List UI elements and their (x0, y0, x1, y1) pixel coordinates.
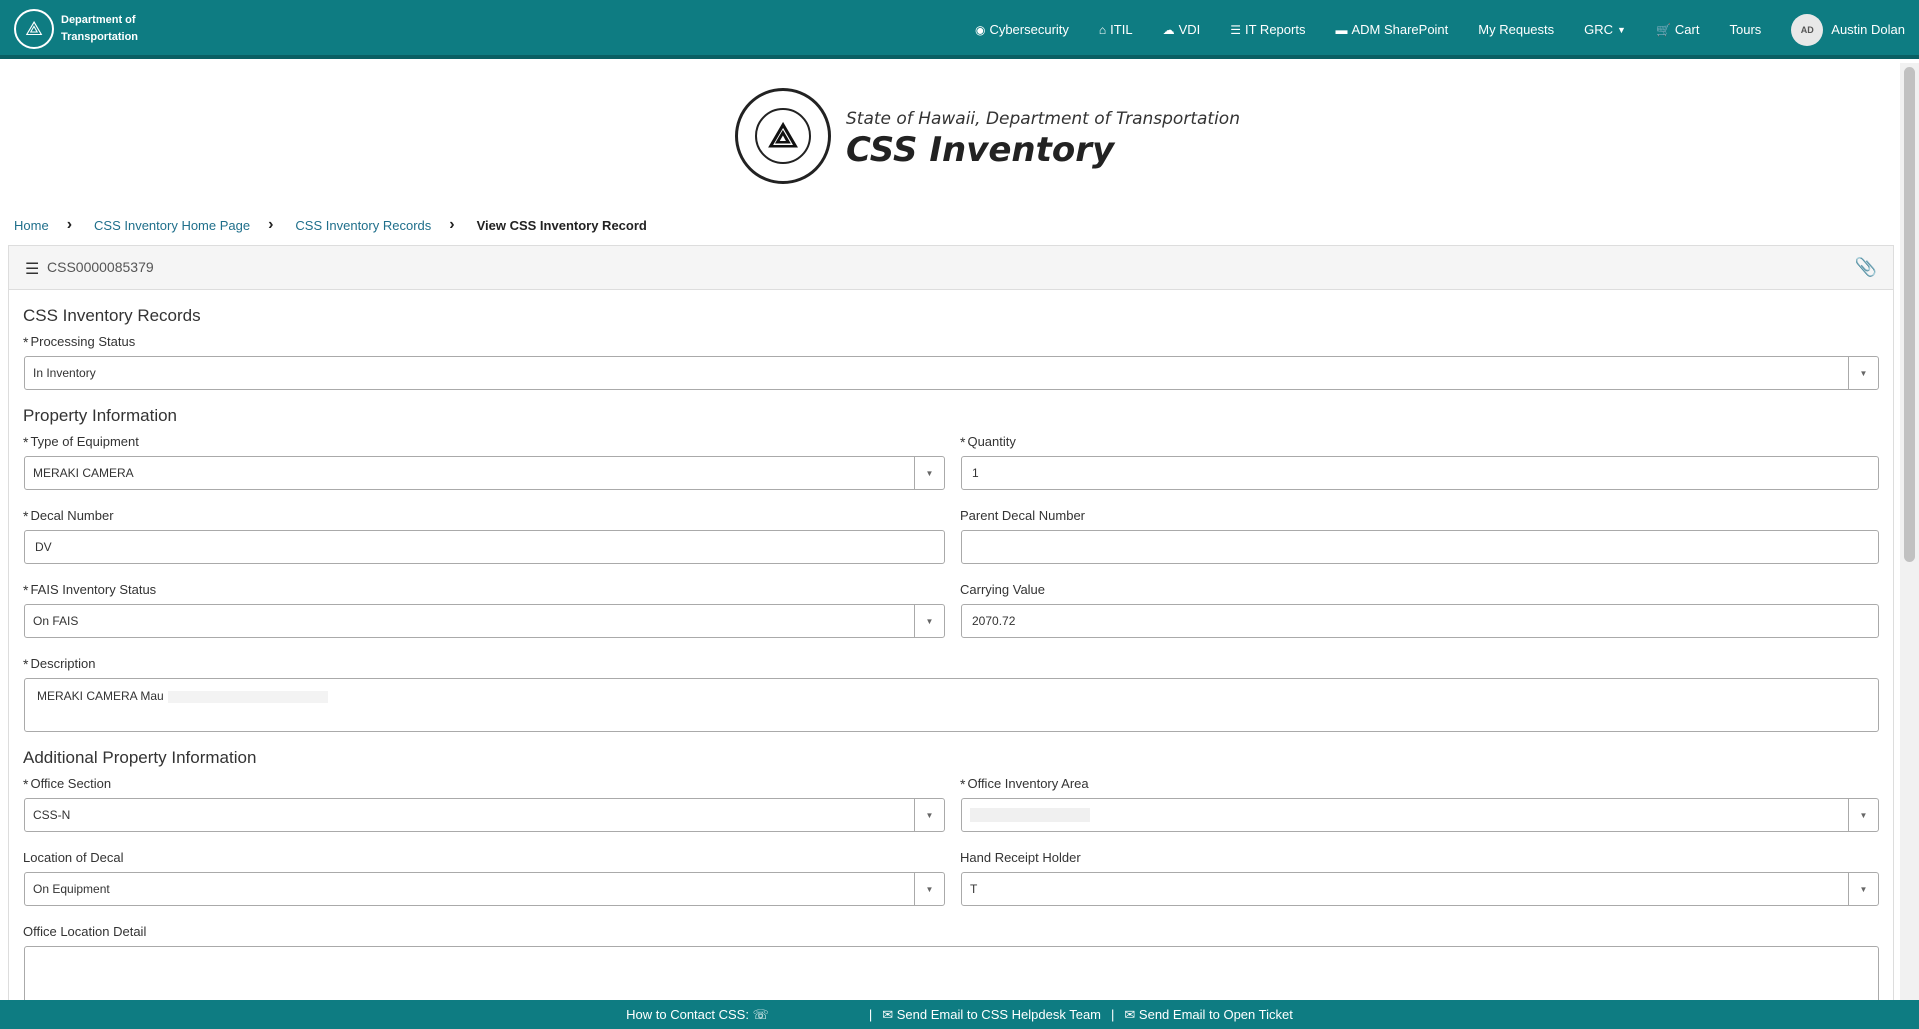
chevron-down-icon: ▼ (1848, 873, 1878, 905)
description-label: * Description (23, 656, 96, 672)
quantity-input[interactable]: 1 (961, 456, 1879, 490)
type-of-equipment-label: * Type of Equipment (23, 434, 139, 450)
carrying-value-label: Carrying Value (960, 582, 1046, 597)
location-of-decal-select[interactable]: On Equipment ▼ (24, 872, 945, 906)
home-icon: ⌂ (1098, 22, 1107, 37)
caret-down-icon: ▼ (1617, 24, 1626, 35)
redacted-text (167, 690, 328, 703)
chevron-right-icon: › (268, 216, 274, 233)
chevron-down-icon: ▼ (914, 799, 944, 831)
user-menu[interactable]: AD Austin Dolan (1791, 13, 1905, 46)
processing-status-select[interactable]: In Inventory ▼ (24, 356, 1879, 390)
chevron-down-icon: ▼ (914, 873, 944, 905)
fais-status-select[interactable]: On FAIS ▼ (24, 604, 945, 638)
phone-icon: ☏ (752, 1006, 769, 1022)
office-location-detail-label: Office Location Detail (23, 924, 147, 939)
chevron-down-icon: ▼ (914, 605, 944, 637)
office-inventory-area-select[interactable]: ▼ (961, 798, 1879, 832)
brand-line-2: Transportation (61, 31, 139, 43)
hand-receipt-holder-label: Hand Receipt Holder (960, 850, 1081, 865)
record-panel: ☰ CSS0000085379 📎 CSS Inventory Records … (8, 245, 1894, 1015)
nav-adm-sharepoint[interactable]: ▬ ADM SharePoint (1335, 22, 1448, 37)
nav-cart[interactable]: 🛒 Cart (1656, 22, 1700, 37)
type-of-equipment-select[interactable]: MERAKI CAMERA ▼ (24, 456, 945, 490)
section-title-property: Property Information (23, 406, 178, 425)
redacted-text (970, 808, 1090, 822)
eye-slash-icon: ◉ (974, 22, 986, 37)
page-header: ⟁ State of Hawaii, Department of Transpo… (0, 62, 1900, 197)
quantity-label: * Quantity (960, 434, 1016, 450)
office-section-label: * Office Section (23, 776, 112, 792)
nav-my-requests[interactable]: My Requests (1478, 22, 1554, 37)
page-title: CSS Inventory (846, 130, 1115, 170)
list-icon: ☰ (1230, 22, 1241, 37)
carrying-value-input[interactable]: 2070.72 (961, 604, 1879, 638)
office-inventory-area-label: * Office Inventory Area (960, 776, 1089, 792)
header-subtitle: State of Hawaii, Department of Transport… (846, 109, 1240, 129)
dot-logo-icon: ⟁ (14, 9, 54, 49)
breadcrumb-inventory-home[interactable]: CSS Inventory Home Page (94, 218, 250, 233)
hand-receipt-holder-select[interactable]: T ▼ (961, 872, 1879, 906)
footer-contact-label: How to Contact CSS: ☏ (626, 1006, 769, 1022)
envelope-icon: ✉ (1124, 1006, 1139, 1022)
scrollbar-thumb[interactable] (1904, 67, 1915, 562)
cloud-icon: ☁ (1162, 22, 1175, 37)
chevron-right-icon: › (449, 216, 455, 233)
nav-it-reports[interactable]: ☰ IT Reports (1230, 22, 1305, 37)
fais-status-label: * FAIS Inventory Status (23, 582, 157, 598)
nav-vdi[interactable]: ☁ VDI (1163, 22, 1201, 37)
dot-seal-icon: ⟁ (735, 88, 831, 184)
top-navbar: ⟁ Department of Transportation ◉ Cyberse… (0, 0, 1919, 59)
folder-icon: ▬ (1335, 22, 1348, 37)
nav-grc-dropdown[interactable]: GRC ▼ (1584, 22, 1626, 37)
chevron-down-icon: ▼ (914, 457, 944, 489)
paperclip-icon[interactable]: 📎 (1855, 257, 1877, 278)
section-title-additional: Additional Property Information (23, 748, 257, 767)
decal-number-label: * Decal Number (23, 508, 114, 524)
parent-decal-number-input[interactable] (961, 530, 1879, 564)
chevron-down-icon: ▼ (1848, 799, 1878, 831)
envelope-icon: ✉ (882, 1006, 897, 1022)
avatar: AD (1791, 13, 1824, 46)
description-textarea[interactable]: MERAKI CAMERA Mau (24, 678, 1879, 732)
breadcrumb-home[interactable]: Home (14, 218, 49, 233)
email-ticket-link[interactable]: ✉ Send Email to Open Ticket (1124, 1007, 1292, 1023)
breadcrumb-inventory-records[interactable]: CSS Inventory Records (295, 218, 431, 233)
breadcrumb: Home › CSS Inventory Home Page › CSS Inv… (14, 216, 647, 234)
footer: How to Contact CSS: ☏ | ✉ Send Email to … (0, 1000, 1919, 1029)
nav-cybersecurity[interactable]: ◉ Cybersecurity (975, 22, 1069, 37)
location-of-decal-label: Location of Decal (23, 850, 124, 865)
brand[interactable]: ⟁ Department of Transportation (14, 9, 138, 49)
office-section-select[interactable]: CSS-N ▼ (24, 798, 945, 832)
decal-number-input[interactable]: DV (24, 530, 945, 564)
page-scrollbar[interactable] (1900, 63, 1919, 1000)
nav-itil[interactable]: ⌂ ITIL (1099, 22, 1133, 37)
brand-line-1: Department of (61, 14, 136, 26)
cart-icon: 🛒 (1655, 22, 1671, 37)
processing-status-label: * Processing Status (23, 334, 136, 350)
breadcrumb-current: View CSS Inventory Record (476, 217, 647, 233)
chevron-right-icon: › (66, 216, 73, 233)
email-helpdesk-link[interactable]: ✉ Send Email to CSS Helpdesk Team (882, 1007, 1101, 1023)
section-title-records: CSS Inventory Records (23, 306, 201, 325)
user-name: Austin Dolan (1831, 22, 1905, 37)
office-location-detail-textarea[interactable] (24, 946, 1879, 1006)
record-number: CSS0000085379 (47, 259, 154, 275)
nav-links: ◉ Cybersecurity ⌂ ITIL ☁ VDI ☰ IT Report… (945, 0, 1905, 59)
record-header: ☰ CSS0000085379 📎 (9, 246, 1893, 290)
parent-decal-number-label: Parent Decal Number (960, 508, 1085, 523)
nav-tours[interactable]: Tours (1729, 22, 1761, 37)
chevron-down-icon: ▼ (1848, 357, 1878, 389)
hamburger-menu-icon[interactable]: ☰ (25, 259, 39, 279)
